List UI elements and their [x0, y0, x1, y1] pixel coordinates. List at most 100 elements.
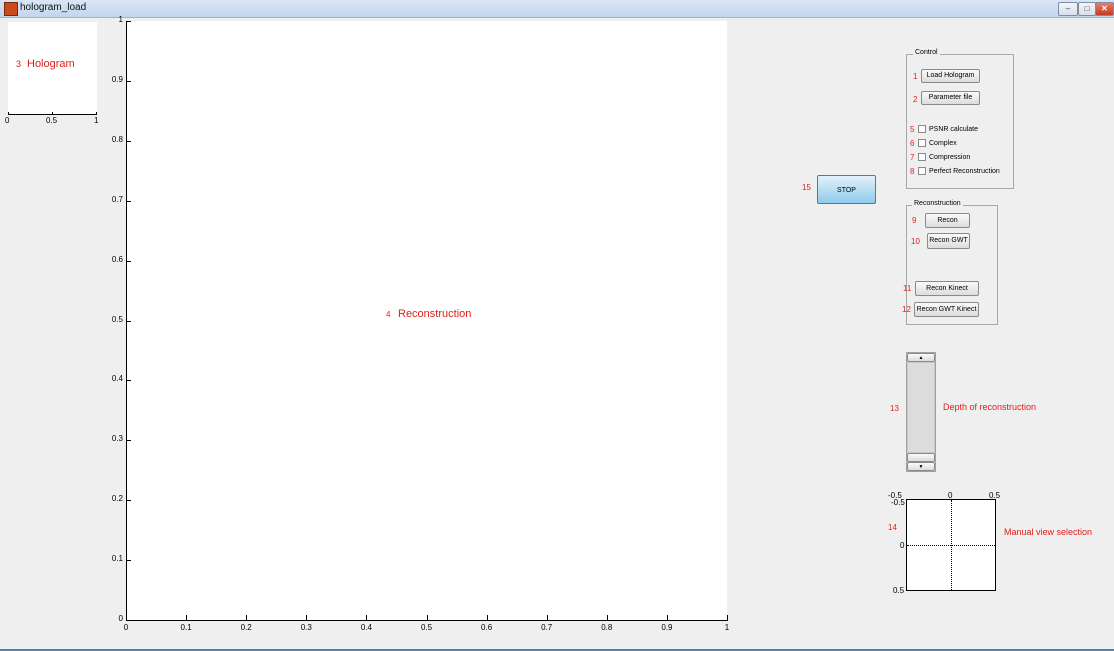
- x-tick-mark: [126, 615, 127, 620]
- y-tick-mark: [126, 200, 131, 202]
- x-tick-mark: [486, 615, 488, 620]
- hologram-x-tick: [96, 112, 97, 115]
- view-number: 14: [888, 523, 897, 532]
- x-tick-label: 1: [724, 623, 730, 632]
- y-tick-label: 0.3: [111, 434, 123, 444]
- y-tick-mark: [126, 21, 131, 22]
- y-tick-label: 0.9: [111, 74, 123, 84]
- y-tick-mark: [126, 320, 131, 322]
- x-tick-label: 0.8: [601, 623, 613, 632]
- view-left-tick-label: 0: [900, 541, 905, 550]
- x-tick-label: 0.1: [180, 623, 192, 632]
- y-tick-mark: [126, 620, 131, 621]
- y-tick-label: 0.1: [111, 554, 123, 564]
- x-tick-label: 0.9: [661, 623, 673, 632]
- hologram-label-number: 3: [16, 59, 22, 69]
- x-tick-label: 0.2: [240, 623, 252, 632]
- parameter-file-number: 2: [913, 95, 918, 104]
- hologram-x-tick-label: 0: [5, 116, 10, 125]
- y-tick-mark: [126, 260, 131, 262]
- recon-kinect-number: 11: [903, 284, 912, 293]
- x-tick-label: 0.4: [360, 623, 372, 632]
- y-tick-label: 0.7: [111, 194, 123, 204]
- reconstruction-label: Reconstruction: [398, 308, 472, 320]
- reconstruction-x-axis: [126, 620, 728, 621]
- hologram-x-tick: [52, 112, 53, 115]
- y-tick-label: 1: [118, 15, 123, 24]
- close-icon[interactable]: ✕: [1095, 2, 1114, 16]
- psnr-calculate-label: PSNR calculate: [929, 126, 979, 133]
- hologram-x-tick-label: 1: [94, 116, 99, 125]
- recon-kinect-button[interactable]: Recon Kinect: [915, 281, 979, 296]
- slider-track[interactable]: [907, 362, 935, 453]
- depth-number: 13: [890, 404, 899, 413]
- x-tick-mark: [246, 615, 248, 620]
- y-tick-mark: [126, 500, 131, 502]
- compression-checkbox[interactable]: [918, 153, 926, 161]
- y-tick-label: 0.4: [111, 374, 123, 384]
- option-number: 8: [910, 167, 915, 176]
- compression-label: Compression: [929, 154, 971, 161]
- recon-button[interactable]: Recon: [925, 213, 970, 228]
- x-tick-mark: [186, 615, 188, 620]
- option-number: 5: [910, 125, 915, 134]
- y-tick-mark: [126, 80, 131, 82]
- window-title: hologram_load: [20, 2, 87, 13]
- recon-gwt-kinect-button[interactable]: Recon GWT Kinect: [914, 302, 979, 317]
- reconstruction-axes[interactable]: [126, 21, 727, 620]
- option-number: 7: [910, 153, 915, 162]
- x-tick-mark: [306, 615, 308, 620]
- recon-gwt-kinect-number: 12: [902, 305, 911, 314]
- view-horizontal-gridline: [907, 545, 995, 546]
- recon-gwt-button[interactable]: Recon GWT: [927, 233, 970, 249]
- control-panel-title: Control: [913, 49, 940, 56]
- x-tick-label: 0.6: [481, 623, 493, 632]
- x-tick-mark: [666, 615, 668, 620]
- x-tick-label: 0: [123, 623, 129, 632]
- x-tick-mark: [546, 615, 548, 620]
- x-tick-label: 0.7: [541, 623, 553, 632]
- complex-checkbox[interactable]: [918, 139, 926, 147]
- title-bar: [0, 0, 1114, 18]
- stop-button[interactable]: STOP: [817, 175, 876, 204]
- hologram-x-tick-label: 0.5: [46, 116, 58, 125]
- y-tick-mark: [126, 560, 131, 562]
- slider-thumb[interactable]: [907, 453, 935, 462]
- x-tick-mark: [426, 615, 428, 620]
- parameter-file-button[interactable]: Parameter file: [921, 91, 980, 105]
- slider-up-arrow-icon[interactable]: ▲: [907, 353, 935, 362]
- y-tick-mark: [126, 440, 131, 442]
- hologram-label: Hologram: [27, 58, 75, 70]
- y-tick-label: 0.5: [111, 314, 123, 324]
- reconstruction-panel-title: Reconstruction: [912, 200, 963, 207]
- recon-gwt-number: 10: [911, 237, 920, 246]
- depth-label: Depth of reconstruction: [943, 402, 1037, 412]
- view-label: Manual view selection: [1004, 527, 1093, 537]
- y-tick-mark: [126, 380, 131, 382]
- x-tick-mark: [727, 615, 728, 620]
- view-left-tick-label: 0.5: [893, 586, 905, 595]
- y-tick-label: 0: [118, 614, 123, 623]
- view-left-tick-label: -0.5: [891, 498, 905, 507]
- reconstruction-label-number: 4: [386, 310, 391, 319]
- perfect-reconstruction-checkbox[interactable]: [918, 167, 926, 175]
- load-hologram-button[interactable]: Load Hologram: [921, 69, 980, 83]
- slider-down-arrow-icon[interactable]: ▼: [907, 462, 935, 471]
- y-tick-label: 0.2: [111, 494, 123, 504]
- psnr-calculate-checkbox[interactable]: [918, 125, 926, 133]
- option-number: 6: [910, 139, 915, 148]
- recon-number: 9: [912, 216, 917, 225]
- y-tick-label: 0.6: [111, 254, 123, 264]
- stop-number: 15: [802, 183, 811, 192]
- load-hologram-number: 1: [913, 72, 918, 81]
- maximize-icon[interactable]: □: [1078, 2, 1096, 16]
- x-tick-label: 0.3: [300, 623, 312, 632]
- x-tick-mark: [606, 615, 608, 620]
- y-tick-mark: [126, 140, 131, 142]
- complex-label: Complex: [929, 140, 957, 147]
- perfect-reconstruction-label: Perfect Reconstruction: [929, 168, 1000, 175]
- minimize-icon[interactable]: –: [1058, 2, 1078, 16]
- y-tick-label: 0.8: [111, 134, 123, 144]
- hologram-x-tick: [8, 112, 9, 115]
- x-tick-label: 0.5: [420, 623, 433, 632]
